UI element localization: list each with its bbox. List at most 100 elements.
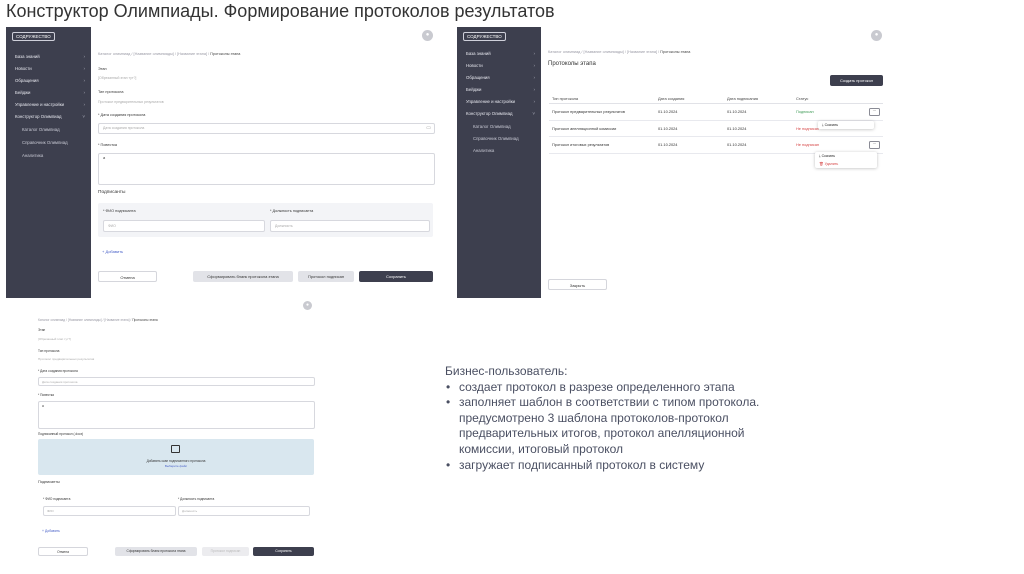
business-bullet: заполняет шаблон в соответствии с типом …	[445, 395, 764, 457]
cell-type: Протокол апелляционной комиссии	[549, 120, 655, 137]
sidebar-subitem-catalog[interactable]: Каталог Олимпиад	[6, 124, 91, 136]
chevron-right-icon: ›	[533, 99, 536, 104]
chevron-down-icon: ˅	[82, 114, 85, 119]
sidebar-item-olympiad-builder[interactable]: Конструктор Олимпиад ˅	[457, 108, 541, 120]
save-button[interactable]: Сохранить	[253, 547, 314, 556]
chevron-down-icon: ˅	[532, 111, 535, 116]
upload-dropzone[interactable]: Добавить скан подписанного протокола Выб…	[38, 439, 314, 475]
stage-label: Этап	[38, 328, 46, 332]
signer-name-input[interactable]: ФИО	[103, 220, 265, 232]
cancel-button[interactable]: Отмена	[98, 271, 157, 282]
protocol-type-label: Тип протокола	[38, 349, 60, 353]
sidebar-subitem-analytics[interactable]: Аналитика	[6, 150, 91, 162]
status-badge: Подписан	[793, 103, 866, 121]
menu-item-download[interactable]: ⤓ Скачать	[818, 121, 874, 129]
date-label: * Дата создания протокола	[98, 113, 146, 117]
table-header-row: Тип протокола Дата создания Дата подписа…	[549, 94, 883, 104]
generate-protocol-button[interactable]: Сформировать бланк протокола этапа	[115, 547, 197, 556]
sidebar-subitem-directory[interactable]: Справочник Олимпиад	[457, 133, 541, 145]
menu-item-download[interactable]: ⤓ Скачать	[815, 152, 877, 160]
signer-position-input[interactable]: Должность	[270, 220, 430, 232]
cell-type: Протокол предварительных результатов	[549, 103, 655, 121]
chevron-right-icon: ›	[83, 90, 86, 95]
add-signer-button[interactable]: + Добавить	[102, 249, 123, 254]
agenda-textarea[interactable]: a	[38, 401, 315, 429]
signer-name-label: * ФИО подписанта	[43, 497, 71, 501]
table-row[interactable]: Протокол итоговых результатов 01.10.2024…	[549, 136, 883, 154]
agenda-label: * Повестка	[38, 393, 54, 397]
cell-created: 01.10.2024	[655, 120, 724, 137]
signers-panel: * ФИО подписанта ФИО * Должность подписа…	[98, 203, 433, 237]
cancel-button[interactable]: Отмена	[38, 547, 88, 556]
cell-type: Протокол итоговых результатов	[549, 136, 655, 154]
generate-protocol-button[interactable]: Сформировать бланк протокола этапа	[193, 271, 293, 282]
stage-value: [Обрезанный этап тут?]	[98, 76, 137, 80]
sidebar-item-knowledge[interactable]: База знаний ›	[457, 48, 541, 60]
sidebar-item-badges[interactable]: Бейджи ›	[6, 87, 91, 99]
add-signer-button[interactable]: + Добавить	[42, 529, 60, 533]
date-label: * Дата создания протокола	[38, 369, 78, 373]
avatar[interactable]: ●	[871, 30, 882, 41]
chevron-right-icon: ›	[83, 66, 86, 71]
sidebar-item-knowledge[interactable]: База знаний ›	[6, 51, 91, 63]
protocol-signed-button[interactable]: Протокол подписан	[202, 547, 249, 556]
more-actions-button[interactable]: ···	[869, 107, 880, 116]
screenshot-protocol-upload: ● Каталог олимпиад / [Название олимпиады…	[31, 298, 316, 560]
signer-name-input[interactable]: ФИО	[43, 506, 176, 516]
status-badge: Не подписан	[793, 136, 866, 154]
download-icon: ⤓	[822, 123, 824, 127]
sidebar-item-settings[interactable]: Управление и настройки ›	[6, 99, 91, 111]
calendar-icon[interactable]: ▭	[426, 125, 431, 131]
trash-icon: 🗑	[819, 162, 824, 166]
sidebar-subitem-directory[interactable]: Справочник Олимпиад	[6, 137, 91, 149]
sidebar-item-requests[interactable]: Обращения ›	[457, 72, 541, 84]
signed-protocol-label: Подписанный протокол (.docx)	[38, 432, 84, 436]
agenda-label: * Повестка	[98, 143, 117, 147]
signer-position-label: * Должность подписанта	[178, 497, 215, 501]
breadcrumb: Каталог олимпиад / [Название олимпиады] …	[98, 52, 241, 56]
sidebar-item-news[interactable]: Новости ›	[457, 60, 541, 72]
column-header: Тип протокола	[549, 94, 655, 104]
menu-item-delete[interactable]: 🗑 Удалить	[815, 160, 877, 168]
signer-name-label: * ФИО подписанта	[103, 209, 136, 213]
chevron-right-icon: ›	[83, 78, 86, 83]
upload-link[interactable]: Выберите файл	[38, 464, 314, 468]
protocol-type-label: Тип протокола	[98, 90, 124, 94]
create-protocol-button[interactable]: Создать протокол	[830, 75, 883, 86]
cell-signed: 01.10.2024	[724, 103, 793, 121]
signer-position-label: * Должность подписанта	[270, 209, 314, 213]
slide-title: Конструктор Олимпиады. Формирование прот…	[6, 1, 555, 21]
sidebar-item-olympiad-builder[interactable]: Конструктор Олимпиад ˅	[6, 111, 91, 123]
table-row[interactable]: Протокол предварительных результатов 01.…	[549, 103, 883, 121]
column-header: Дата подписания	[724, 94, 793, 104]
cell-signed: 01.10.2024	[724, 120, 793, 137]
sidebar-item-news[interactable]: Новости ›	[6, 63, 91, 75]
sidebar-item-settings[interactable]: Управление и настройки ›	[457, 96, 541, 108]
sidebar-item-requests[interactable]: Обращения ›	[6, 75, 91, 87]
more-actions-button[interactable]: ···	[869, 140, 880, 149]
agenda-textarea[interactable]: a	[98, 153, 435, 185]
column-header: Статус	[793, 94, 866, 104]
avatar[interactable]: ●	[422, 30, 433, 41]
date-input[interactable]: Дата создания протокола ▭	[98, 123, 435, 134]
cell-created: 01.10.2024	[655, 136, 724, 154]
logo: СОДРУЖЕСТВО	[12, 32, 55, 41]
avatar[interactable]: ●	[303, 301, 312, 310]
column-header: Дата создания	[655, 94, 724, 104]
upload-icon	[171, 445, 180, 453]
sidebar-subitem-catalog[interactable]: Каталог Олимпиад	[457, 121, 541, 133]
save-button[interactable]: Сохранить	[359, 271, 433, 282]
protocol-signed-button[interactable]: Протокол подписан	[298, 271, 354, 282]
screenshot-protocols-list: СОДРУЖЕСТВО База знаний › Новости › Обраще…	[457, 27, 891, 298]
cell-created: 01.10.2024	[655, 103, 724, 121]
sidebar-item-badges[interactable]: Бейджи ›	[457, 84, 541, 96]
sidebar-subitem-analytics[interactable]: Аналитика	[457, 145, 541, 157]
close-button[interactable]: Закрыть	[548, 279, 607, 290]
row-actions-menu: ⤓ Скачать 🗑 Удалить	[815, 152, 877, 168]
chevron-right-icon: ›	[533, 75, 536, 80]
sidebar: СОДРУЖЕСТВО База знаний › Новости › Обраще…	[457, 27, 541, 298]
date-input[interactable]: Дата создания протокола	[38, 377, 315, 386]
signer-position-input[interactable]: Должность	[178, 506, 310, 516]
stage-value: [Обрезанный этап тут?]	[38, 337, 71, 341]
chevron-right-icon: ›	[83, 54, 86, 59]
